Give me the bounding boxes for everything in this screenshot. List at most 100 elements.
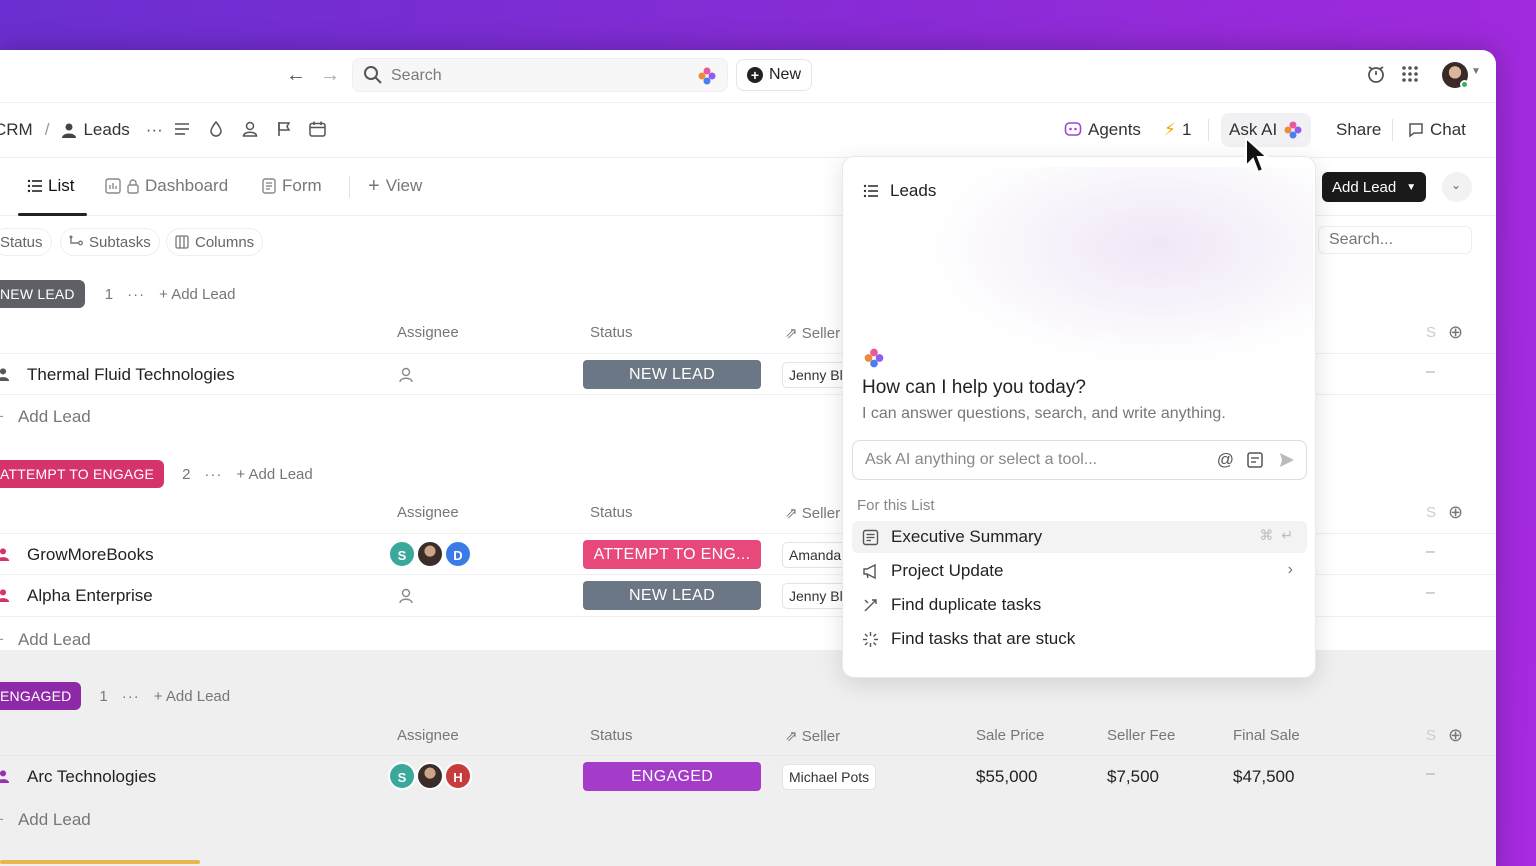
col-assignee[interactable]: Assignee <box>397 727 459 744</box>
calendar-icon[interactable] <box>309 121 326 137</box>
agents-button[interactable]: Agents <box>1056 113 1149 147</box>
forward-arrow-icon[interactable]: → <box>320 64 340 87</box>
status-pill[interactable]: ATTEMPT TO ENG... <box>583 540 761 569</box>
final-sale-cell[interactable]: $47,500 <box>1233 767 1294 787</box>
col-seller-fee[interactable]: Seller Fee <box>1107 727 1175 744</box>
chat-button[interactable]: Chat <box>1400 113 1474 147</box>
share-button[interactable]: Share <box>1328 113 1389 147</box>
chevron-down-icon[interactable]: ▼ <box>1406 182 1416 193</box>
lead-name[interactable]: Alpha Enterprise <box>27 586 153 606</box>
assignee-avatar-photo[interactable] <box>416 540 444 568</box>
col-status[interactable]: Status <box>590 324 633 341</box>
tab-dashboard[interactable]: Dashboard <box>105 176 228 196</box>
lock-icon <box>127 178 139 194</box>
drop-icon[interactable] <box>208 121 224 137</box>
sale-price-cell[interactable]: $55,000 <box>976 767 1037 787</box>
lead-name[interactable]: Arc Technologies <box>27 767 156 787</box>
group-badge[interactable]: ATTEMPT TO ENGAGE <box>0 460 165 488</box>
table-row[interactable]: Arc Technologies S H ENGAGED Michael Pot… <box>0 755 1496 797</box>
assignee-avatar-photo[interactable] <box>416 762 444 790</box>
collapse-button[interactable]: ⌄ <box>1442 172 1472 202</box>
group-badge[interactable]: ENGAGED <box>0 682 82 710</box>
tool-executive-summary[interactable]: Executive Summary ⌘ ↵ <box>852 521 1307 553</box>
lines-icon[interactable] <box>174 121 190 137</box>
group-add-lead[interactable]: + Add Lead <box>154 688 230 705</box>
tool-find-stuck[interactable]: Find tasks that are stuck <box>852 623 1307 655</box>
seller-chip[interactable]: Amanda <box>782 542 849 568</box>
group-badge[interactable]: NEW LEAD <box>0 280 85 308</box>
attach-doc-icon[interactable] <box>1246 451 1264 469</box>
more-options-icon[interactable]: ··· <box>146 120 163 140</box>
mention-icon[interactable]: @ <box>1217 450 1234 470</box>
col-sale-price[interactable]: Sale Price <box>976 727 1044 744</box>
col-status[interactable]: Status <box>590 504 633 521</box>
tab-list[interactable]: List <box>27 176 74 196</box>
chat-bubble-icon <box>1409 123 1423 138</box>
status-filter-chip[interactable]: Status <box>0 228 52 256</box>
empty-cell: – <box>1426 584 1435 601</box>
chevron-down-icon[interactable]: ▼ <box>1471 66 1481 77</box>
add-lead-row[interactable]: + Add Lead <box>0 810 91 830</box>
assign-user-icon[interactable] <box>398 587 416 605</box>
seller-chip[interactable]: Jenny Bl <box>782 583 850 609</box>
assignee-avatar[interactable]: S <box>388 762 416 790</box>
add-lead-row[interactable]: + Add Lead <box>0 407 91 427</box>
group-add-lead[interactable]: + Add Lead <box>236 466 312 483</box>
status-pill[interactable]: ENGAGED <box>583 762 761 791</box>
ask-ai-input[interactable]: Ask AI anything or select a tool... @ <box>852 440 1307 480</box>
group-header: NEW LEAD 1 ··· + Add Lead <box>0 280 235 308</box>
col-seller[interactable]: ⇗ Seller <box>785 727 840 745</box>
panel-title-label: Leads <box>890 181 937 200</box>
status-pill[interactable]: NEW LEAD <box>583 360 761 389</box>
col-assignee[interactable]: Assignee <box>397 324 459 341</box>
assign-user-icon[interactable] <box>398 366 416 384</box>
flag-icon[interactable] <box>276 121 292 137</box>
group-add-lead[interactable]: + Add Lead <box>159 286 235 303</box>
alarm-clock-icon[interactable] <box>1366 64 1386 84</box>
subtasks-chip[interactable]: Subtasks <box>60 228 160 256</box>
assignee-avatar[interactable]: D <box>444 540 472 568</box>
lead-name[interactable]: Thermal Fluid Technologies <box>27 365 235 385</box>
breadcrumb-space[interactable]: CRM <box>0 120 33 140</box>
automations-button[interactable]: ⚡ 1 <box>1156 113 1199 147</box>
list-search-input[interactable] <box>1318 226 1472 254</box>
group-count: 2 <box>182 465 191 483</box>
send-icon[interactable] <box>1278 451 1296 469</box>
ai-sparkle-icon[interactable] <box>697 66 717 86</box>
add-lead-row-label: Add Lead <box>17 407 91 426</box>
col-seller[interactable]: ⇗ Seller <box>785 504 840 522</box>
agents-icon <box>1064 122 1082 136</box>
col-seller[interactable]: ⇗ Seller <box>785 324 840 342</box>
global-search-input[interactable]: Search <box>352 58 728 92</box>
apps-grid-icon[interactable] <box>1400 64 1420 84</box>
seller-fee-cell[interactable]: $7,500 <box>1107 767 1159 787</box>
user-outline-icon[interactable] <box>242 121 258 137</box>
columns-chip[interactable]: Columns <box>166 228 264 256</box>
add-column-icon[interactable]: ⊕ <box>1448 725 1463 746</box>
tool-find-duplicates[interactable]: Find duplicate tasks <box>852 589 1307 621</box>
assignee-avatar[interactable]: S <box>388 540 416 568</box>
seller-chip[interactable]: Jenny Bl <box>782 362 850 388</box>
breadcrumb-list[interactable]: Leads <box>83 120 129 140</box>
tab-form[interactable]: Form <box>262 176 322 196</box>
seller-chip[interactable]: Michael Pots <box>782 764 877 790</box>
add-lead-button[interactable]: Add Lead ▼ <box>1322 172 1427 202</box>
col-final-sale[interactable]: Final Sale <box>1233 727 1300 744</box>
tool-project-update[interactable]: Project Update › <box>852 555 1307 587</box>
more-options-icon[interactable]: ··· <box>204 466 222 483</box>
new-button[interactable]: + New <box>736 59 813 91</box>
col-status[interactable]: Status <box>590 727 633 744</box>
back-arrow-icon[interactable]: ← <box>286 64 306 87</box>
more-options-icon[interactable]: ··· <box>122 688 140 705</box>
lead-name[interactable]: GrowMoreBooks <box>27 545 154 565</box>
add-column-icon[interactable]: ⊕ <box>1448 322 1463 343</box>
status-pill[interactable]: NEW LEAD <box>583 581 761 610</box>
add-column-icon[interactable]: ⊕ <box>1448 502 1463 523</box>
more-options-icon[interactable]: ··· <box>127 286 145 303</box>
user-avatar[interactable] <box>1442 62 1469 89</box>
plus-circle-icon: + <box>747 67 763 83</box>
col-assignee[interactable]: Assignee <box>397 504 459 521</box>
add-view-button[interactable]: + View <box>368 176 422 196</box>
add-lead-row[interactable]: + Add Lead <box>0 630 91 650</box>
assignee-avatar[interactable]: H <box>444 762 472 790</box>
